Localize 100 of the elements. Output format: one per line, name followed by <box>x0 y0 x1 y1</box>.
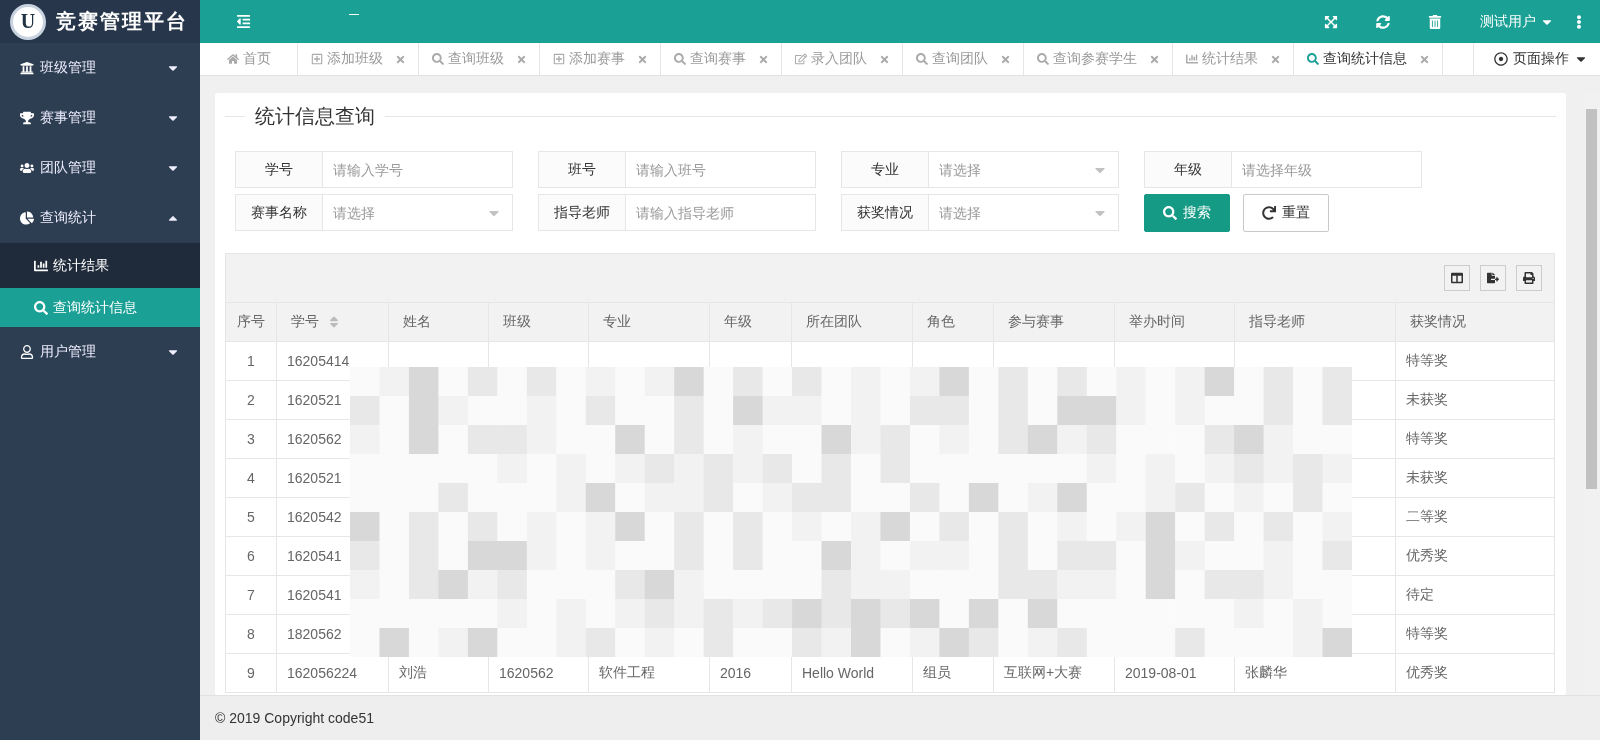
section-title: 统计信息查询 <box>255 104 375 129</box>
close-icon[interactable] <box>1270 53 1281 65</box>
select-field[interactable]: 请选择 <box>929 194 1119 231</box>
search-icon <box>432 53 444 65</box>
close-icon[interactable] <box>1419 53 1430 65</box>
sidebar-item[interactable]: 团队管理 <box>0 143 200 193</box>
table-cell: 1620562 <box>499 665 554 681</box>
input-field[interactable]: 请输入学号 <box>323 151 513 188</box>
close-icon[interactable] <box>758 53 769 65</box>
table-cell: 6 <box>247 548 255 564</box>
table-cell: 未获奖 <box>1406 391 1448 409</box>
fullscreen-icon[interactable] <box>1324 14 1338 29</box>
table-cell: 1620562 <box>287 431 342 447</box>
table-cell: 张麟华 <box>1245 664 1287 682</box>
table-cell: 8 <box>247 626 255 642</box>
sidebar-item[interactable]: 班级管理 <box>0 43 200 93</box>
close-icon[interactable] <box>637 53 648 65</box>
table-cell: 1620521 <box>287 470 342 486</box>
input-field[interactable]: 请选择年级 <box>1232 151 1422 188</box>
refresh-icon[interactable] <box>1376 14 1390 29</box>
bar-chart-icon <box>34 258 48 273</box>
reset-button[interactable]: 重置 <box>1243 194 1329 232</box>
input-field[interactable]: 请输入指导老师 <box>626 194 816 231</box>
column-header[interactable]: 学号 <box>277 303 389 341</box>
column-header[interactable]: 姓名 <box>389 303 489 341</box>
table-cell: 互联网+大赛 <box>1004 664 1083 682</box>
search-icon <box>1037 53 1049 65</box>
table-cell: 162056224 <box>287 665 358 681</box>
field-label: 获奖情况 <box>841 194 929 231</box>
table-cell: 软件工程 <box>599 664 655 682</box>
column-header[interactable]: 专业 <box>589 303 710 341</box>
field-label: 赛事名称 <box>235 194 323 231</box>
column-header[interactable]: 参与赛事 <box>994 303 1115 341</box>
user-icon <box>20 345 34 359</box>
page-actions-menu[interactable]: 页面操作 <box>1473 43 1600 75</box>
table-cell: 1620542 <box>287 509 342 525</box>
search-icon <box>1307 53 1319 65</box>
close-icon[interactable] <box>395 53 406 65</box>
table-cell: 4 <box>247 470 255 486</box>
table-cell: 9 <box>247 665 255 681</box>
columns-icon[interactable] <box>1444 265 1470 291</box>
table-cell: 待定 <box>1406 586 1434 604</box>
search-button[interactable]: 搜索 <box>1144 194 1230 232</box>
column-header[interactable]: 所在团队 <box>792 303 913 341</box>
table-cell: 1620521 <box>287 392 342 408</box>
sort-icon[interactable] <box>327 315 341 329</box>
sidebar-subitem[interactable]: 统计结果 <box>0 243 200 288</box>
column-header[interactable]: 获奖情况 <box>1396 303 1554 341</box>
field-label: 年级 <box>1144 151 1232 188</box>
print-icon[interactable] <box>1516 265 1542 291</box>
field-label: 指导老师 <box>538 194 626 231</box>
trophy-icon <box>20 111 34 125</box>
table-cell: 二等奖 <box>1406 508 1448 526</box>
table-cell: Hello World <box>802 665 875 681</box>
column-header[interactable]: 年级 <box>710 303 792 341</box>
table-cell: 特等奖 <box>1406 430 1448 448</box>
table-cell: 1820562 <box>287 626 342 642</box>
table-cell: 3 <box>247 431 255 447</box>
dash-icon <box>349 14 359 15</box>
logo-title: 竞赛管理平台 <box>56 9 188 34</box>
close-icon[interactable] <box>879 53 890 65</box>
close-icon[interactable] <box>1000 53 1011 65</box>
input-field[interactable]: 请输入班号 <box>626 151 816 188</box>
sidebar-item[interactable]: 查询统计 <box>0 193 200 243</box>
field-label: 学号 <box>235 151 323 188</box>
pie-chart-icon <box>20 211 34 225</box>
table-cell: 2 <box>247 392 255 408</box>
trash-icon[interactable] <box>1428 14 1442 29</box>
bar-chart-icon <box>1186 53 1198 65</box>
table-cell: 特等奖 <box>1406 352 1448 370</box>
edit-icon <box>795 53 807 65</box>
search-icon <box>916 53 928 65</box>
column-header[interactable]: 指导老师 <box>1235 303 1396 341</box>
table-cell: 1 <box>247 353 255 369</box>
column-header[interactable]: 举办时间 <box>1115 303 1235 341</box>
table-cell: 组员 <box>923 664 951 682</box>
column-header[interactable]: 班级 <box>489 303 589 341</box>
target-icon <box>1494 52 1508 66</box>
close-icon[interactable] <box>516 53 527 65</box>
column-header[interactable]: 角色 <box>913 303 994 341</box>
select-field[interactable]: 请选择 <box>929 151 1119 188</box>
search-icon <box>674 53 686 65</box>
table-cell: 2019-08-01 <box>1125 665 1197 681</box>
close-icon[interactable] <box>1149 53 1160 65</box>
footer-text: © 2019 Copyright code51 <box>215 710 374 726</box>
bank-icon <box>20 61 34 75</box>
home-icon <box>227 53 239 65</box>
sidebar-item[interactable]: 用户管理 <box>0 327 200 377</box>
refresh-icon <box>1262 206 1276 220</box>
user-menu[interactable]: 测试用户 <box>1480 12 1554 31</box>
menu-icon[interactable] <box>236 14 251 29</box>
export-icon[interactable] <box>1480 265 1506 291</box>
select-field[interactable]: 请选择 <box>323 194 513 231</box>
search-icon <box>34 300 48 315</box>
column-header[interactable]: 序号 <box>226 303 277 341</box>
table-cell: 5 <box>247 509 255 525</box>
sidebar-subitem[interactable]: 查询统计信息 <box>0 288 200 327</box>
table-cell: 未获奖 <box>1406 469 1448 487</box>
table-cell: 特等奖 <box>1406 625 1448 643</box>
sidebar-item[interactable]: 赛事管理 <box>0 93 200 143</box>
